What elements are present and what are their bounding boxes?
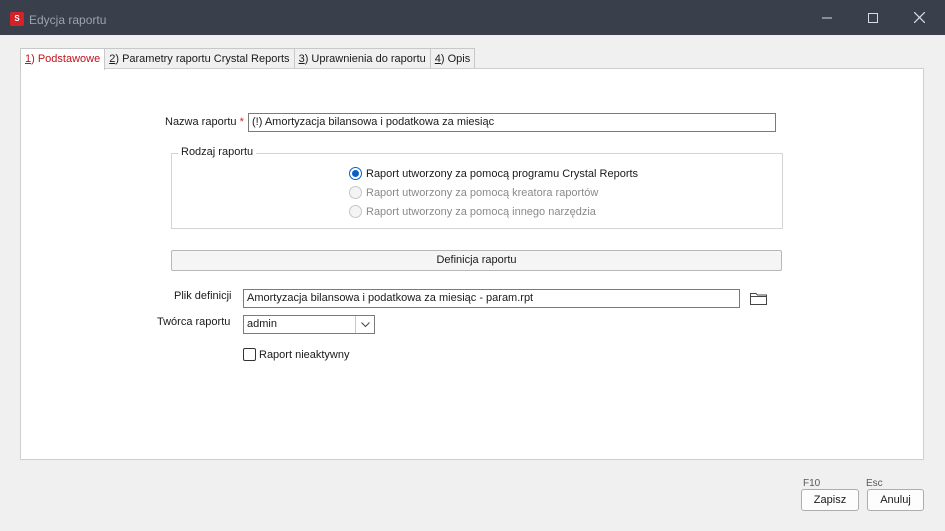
report-name-input[interactable]: (!) Amortyzacja bilansowa i podatkowa za… xyxy=(248,113,776,132)
browse-file-button[interactable] xyxy=(749,290,767,306)
report-name-label: Nazwa raportu * xyxy=(165,116,244,128)
tab-parametry-crystal-reports[interactable]: 2) Parametry raportu Crystal Reports xyxy=(104,48,295,69)
app-logo-icon: S xyxy=(10,12,24,26)
title-bar: S Edycja raportu xyxy=(0,0,945,35)
required-marker: * xyxy=(239,116,244,128)
close-icon xyxy=(913,12,925,23)
inactive-report-checkbox[interactable] xyxy=(243,348,256,361)
tab-label: ) Parametry raportu Crystal Reports xyxy=(115,53,290,65)
radio-button[interactable] xyxy=(349,186,362,199)
inactive-report-checkbox-row[interactable]: Raport nieaktywny xyxy=(243,348,350,361)
author-select[interactable]: admin xyxy=(243,315,375,334)
minimize-icon xyxy=(822,17,832,18)
minimize-button[interactable] xyxy=(804,0,850,35)
report-definition-button[interactable]: Definicja raportu xyxy=(171,250,782,271)
definition-file-input[interactable]: Amortyzacja bilansowa i podatkowa za mie… xyxy=(243,289,740,308)
tab-opis[interactable]: 4) Opis xyxy=(429,48,476,69)
tab-uprawnienia[interactable]: 3) Uprawnienia do raportu xyxy=(293,48,431,69)
maximize-button[interactable] xyxy=(850,0,896,35)
author-select-value: admin xyxy=(247,318,277,330)
radio-other-tool[interactable]: Raport utworzony za pomocą innego narzęd… xyxy=(349,205,596,218)
close-button[interactable] xyxy=(896,0,942,35)
tab-label: ) Uprawnienia do raportu xyxy=(304,53,426,65)
report-type-group-title: Rodzaj raportu xyxy=(178,146,257,158)
radio-report-wizard[interactable]: Raport utworzony za pomocą kreatora rapo… xyxy=(349,186,598,199)
cancel-shortcut-hint: Esc xyxy=(866,478,883,489)
definition-file-label: Plik definicji xyxy=(174,290,232,302)
cancel-button[interactable]: Anuluj xyxy=(867,489,924,511)
tab-label: ) Podstawowe xyxy=(31,53,101,65)
window-title: Edycja raportu xyxy=(29,13,107,27)
tab-label: ) Opis xyxy=(440,53,471,65)
radio-button-checked[interactable] xyxy=(349,167,362,180)
author-label: Twórca raportu xyxy=(157,316,231,328)
chevron-down-icon[interactable] xyxy=(355,316,374,333)
maximize-icon xyxy=(868,12,878,23)
tab-panel-podstawowe: Nazwa raportu * (!) Amortyzacja bilansow… xyxy=(20,68,924,460)
save-shortcut-hint: F10 xyxy=(803,478,821,489)
radio-button[interactable] xyxy=(349,205,362,218)
inactive-report-label: Raport nieaktywny xyxy=(259,348,350,361)
save-button[interactable]: Zapisz xyxy=(801,489,859,511)
tab-podstawowe[interactable]: 1) Podstawowe xyxy=(20,48,106,70)
folder-icon xyxy=(749,292,767,305)
radio-label: Raport utworzony za pomocą kreatora rapo… xyxy=(366,186,599,199)
radio-label: Raport utworzony za pomocą programu Crys… xyxy=(366,167,639,180)
radio-label: Raport utworzony za pomocą innego narzęd… xyxy=(366,205,596,218)
radio-crystal-reports[interactable]: Raport utworzony za pomocą programu Crys… xyxy=(349,167,638,180)
tab-bar: 1) Podstawowe 2) Parametry raportu Cryst… xyxy=(20,48,476,70)
